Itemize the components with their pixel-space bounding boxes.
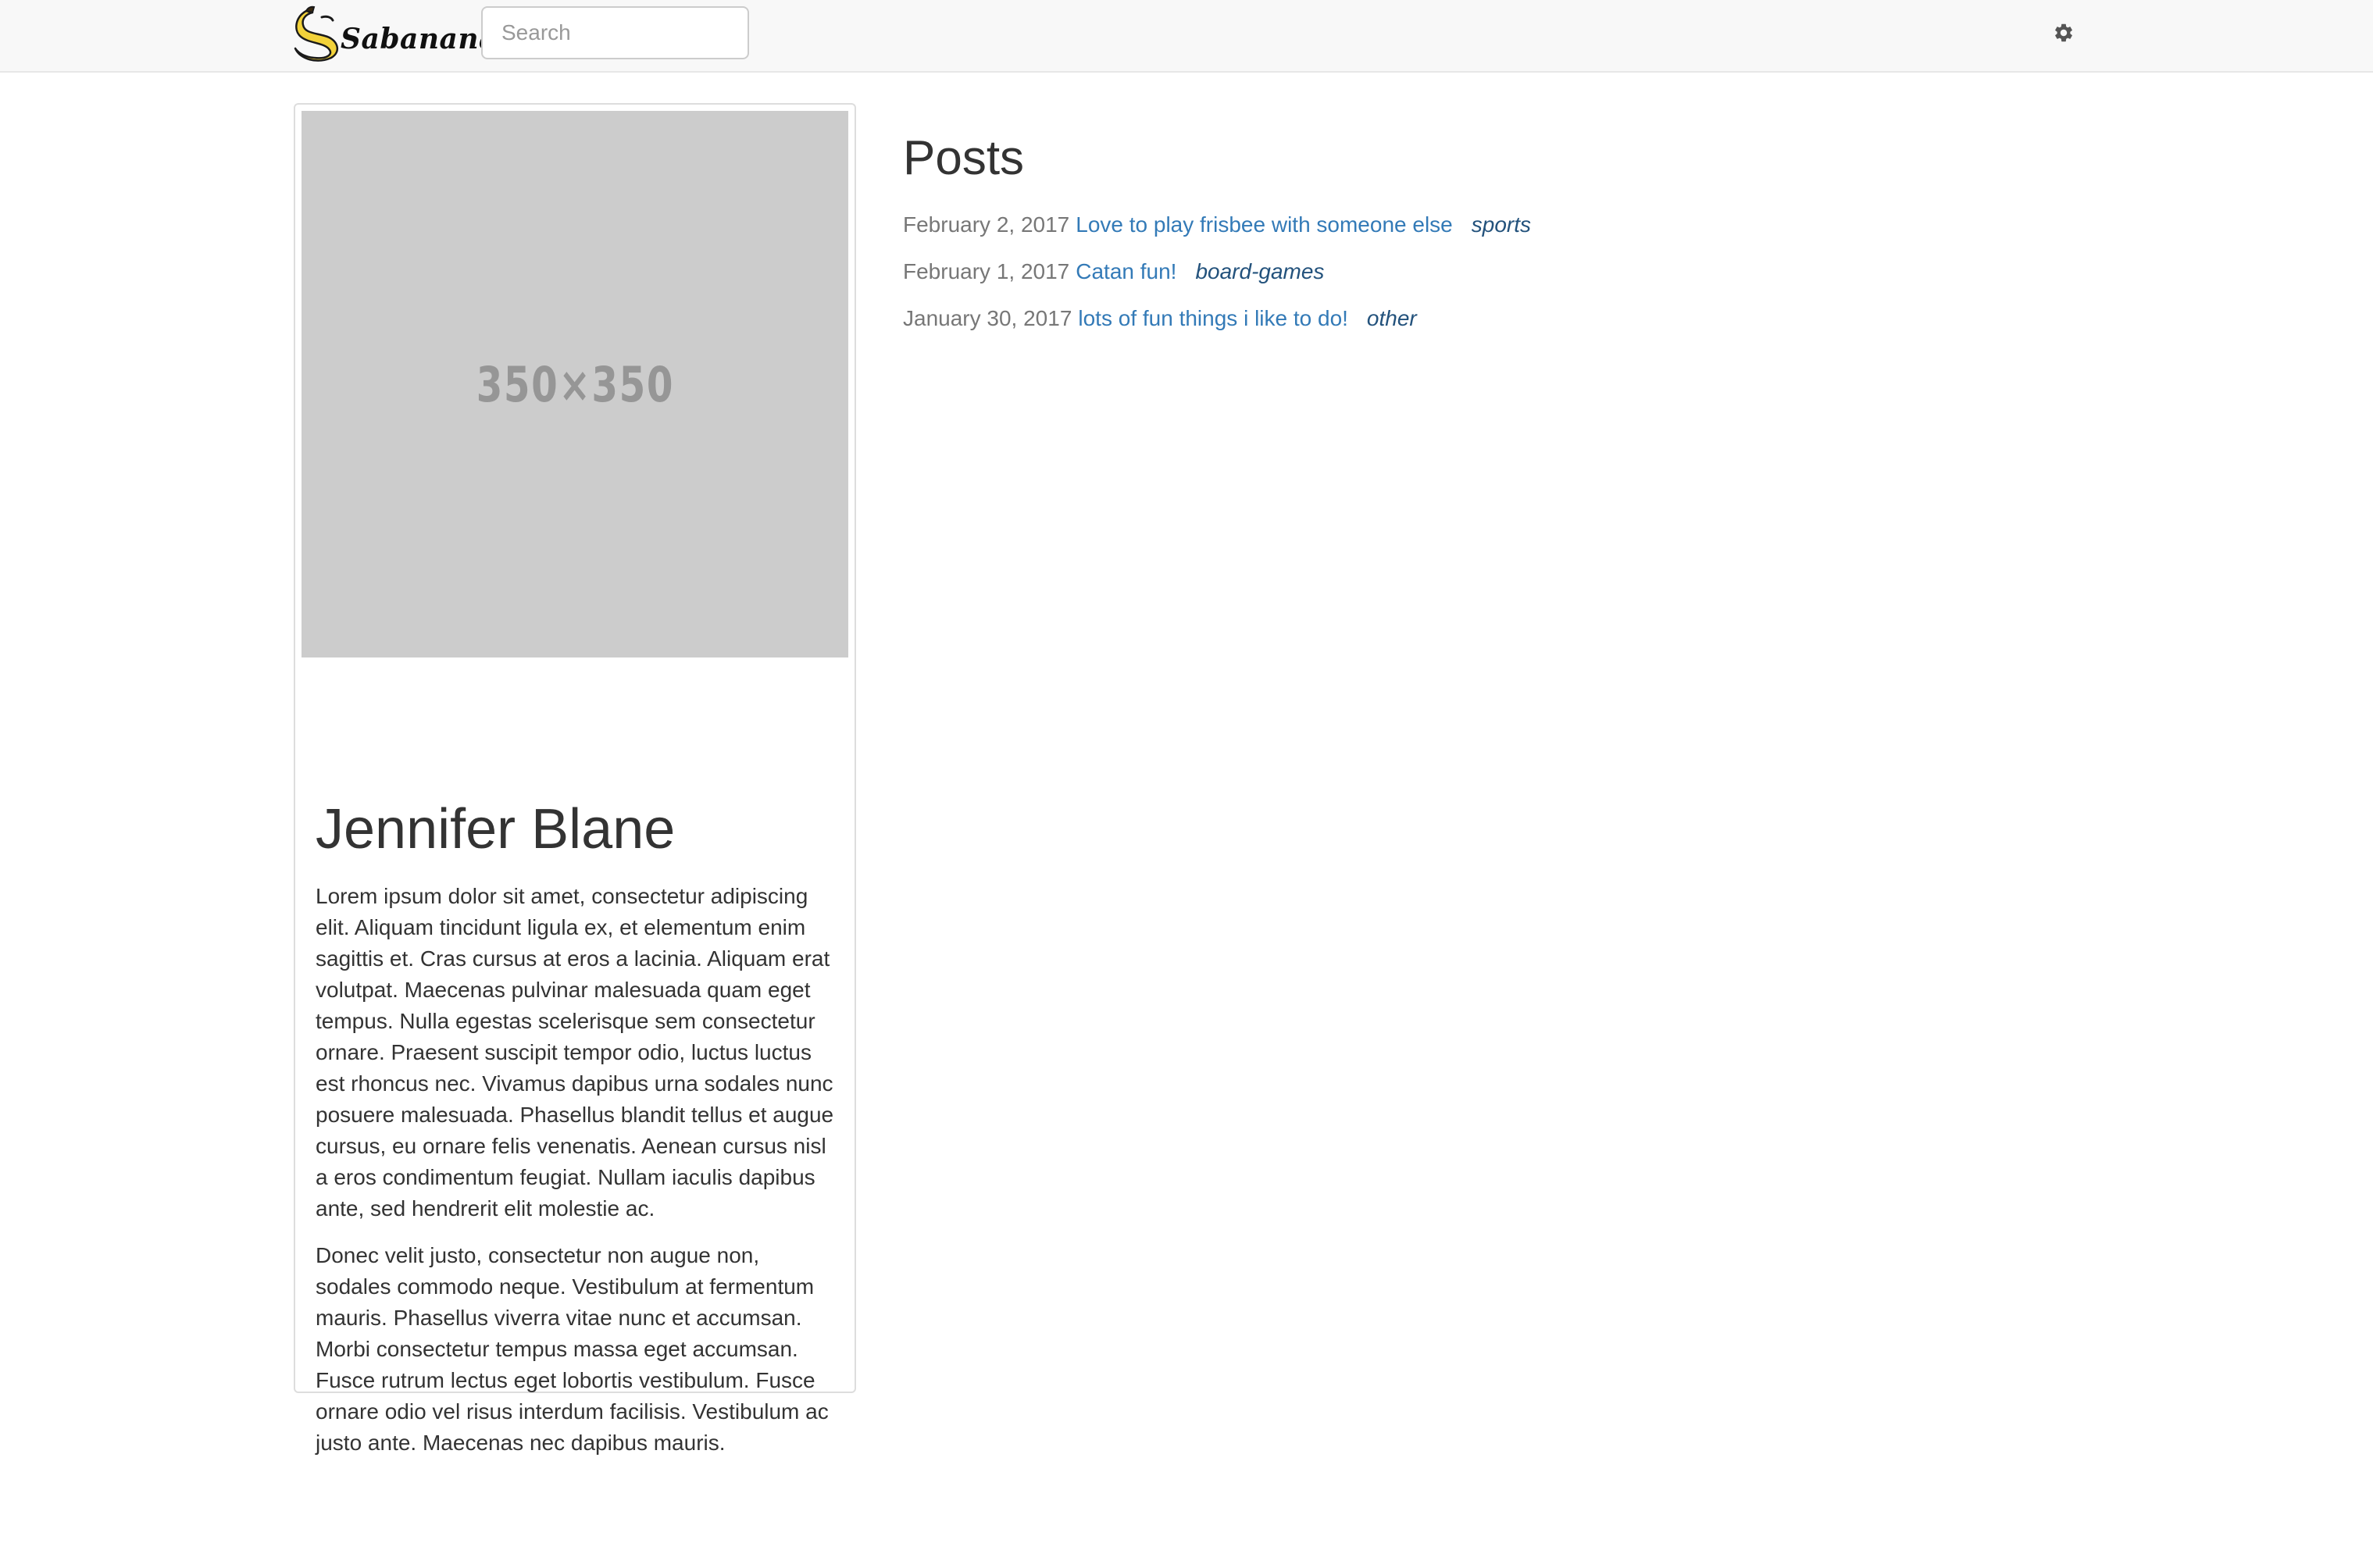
post-item: January 30, 2017 lots of fun things i lik… — [903, 303, 1531, 350]
search-input[interactable] — [481, 6, 749, 59]
profile-bio: Lorem ipsum dolor sit amet, consectetur … — [316, 881, 840, 1474]
post-tag-link[interactable]: board-games — [1195, 259, 1324, 283]
gear-icon — [2055, 23, 2072, 42]
top-navbar: Sabanana — [0, 0, 2373, 73]
banana-icon — [294, 5, 339, 62]
brand-name: Sabanana — [341, 23, 498, 55]
post-item: February 2, 2017 Love to play frisbee wit… — [903, 209, 1531, 256]
post-item: February 1, 2017 Catan fun! board-games — [903, 256, 1531, 303]
bio-paragraph: Donec velit justo, consectetur non augue… — [316, 1243, 829, 1455]
post-title-link[interactable]: Catan fun! — [1076, 259, 1176, 283]
image-placeholder-label: 350×350 — [476, 355, 674, 413]
post-date: January 30, 2017 — [903, 306, 1072, 330]
post-title-link[interactable]: lots of fun things i like to do! — [1078, 306, 1348, 330]
profile-card: 350×350 Jennifer Blane Lorem ipsum dolor… — [294, 103, 856, 1455]
brand-logo[interactable]: Sabanana — [291, 3, 498, 62]
post-title-link[interactable]: Love to play frisbee with someone else — [1076, 212, 1453, 237]
post-date: February 1, 2017 — [903, 259, 1070, 283]
settings-button[interactable] — [2048, 17, 2079, 48]
post-date: February 2, 2017 — [903, 212, 1070, 237]
post-tag-link[interactable]: other — [1367, 306, 1417, 330]
bio-paragraph: Lorem ipsum dolor sit amet, consectetur … — [316, 884, 834, 1221]
profile-image-placeholder: 350×350 — [302, 111, 848, 657]
posts-list: February 2, 2017 Love to play frisbee wit… — [903, 209, 1531, 350]
post-tag-link[interactable]: sports — [1472, 212, 1531, 237]
posts-heading: Posts — [903, 131, 1025, 185]
profile-name: Jennifer Blane — [316, 798, 676, 861]
